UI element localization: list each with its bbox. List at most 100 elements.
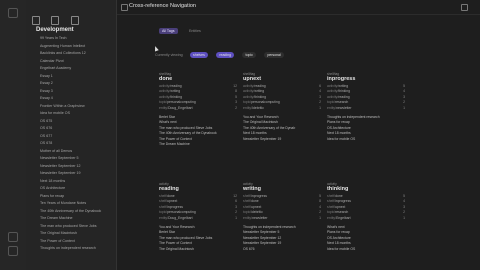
sidebar-file-item[interactable]: OS Architecture <box>40 185 114 193</box>
row-name: writing <box>338 84 349 88</box>
row-name: inprogress <box>251 194 267 198</box>
view-header: Cross-reference Navigation <box>117 0 480 15</box>
sidebar-file-item[interactable]: Calendar Pivot <box>40 58 114 66</box>
card-row[interactable]: entity/Idebritic 1 <box>243 106 321 111</box>
row-count: 1 <box>403 215 405 220</box>
card-title[interactable]: writing <box>243 186 321 192</box>
sidebar-file-item[interactable]: Thoughts on independent research <box>40 245 114 253</box>
new-folder-icon[interactable] <box>51 16 60 25</box>
sidebar-file-item[interactable]: Frontier Within a Graphview <box>40 103 114 111</box>
more-options-icon[interactable] <box>461 4 468 11</box>
sidebar-file-item[interactable]: Idea for mobile OS <box>40 110 114 118</box>
note-link[interactable]: Newsletter September 19 <box>243 137 321 142</box>
row-count: 2 <box>235 105 237 110</box>
sidebar-toggle-icon[interactable] <box>8 8 18 18</box>
card-row[interactable]: entity/newsletter 1 <box>243 216 321 221</box>
row-name: research <box>335 210 349 215</box>
row-name: research <box>335 100 349 105</box>
tag-card: activity thinking shelf/done 5 shelf/inprogr… <box>327 182 405 252</box>
sidebar-file-item[interactable]: OS 677 <box>40 133 114 141</box>
settings-icon[interactable] <box>8 246 18 256</box>
row-key: activity <box>159 89 170 94</box>
tab-bar: All Tags Entities <box>159 19 204 37</box>
sidebar-file-item[interactable]: Backlinks and Collections 12 <box>40 50 114 58</box>
tag-card: shelf/tag upnext activity/reading 6 activity… <box>243 72 321 142</box>
sidebar-file-item[interactable]: The Original Macintosh <box>40 230 114 238</box>
tab-entities[interactable]: Entities <box>186 28 204 34</box>
row-name: personalcomputing <box>167 210 196 215</box>
sidebar-file-item[interactable]: The 40th Anniversary of the Dynabook <box>40 208 114 216</box>
row-name: thinking <box>254 94 267 99</box>
card-row[interactable]: entity/Doug_Engelbart 1 <box>159 216 237 221</box>
sidebar-file-item[interactable]: Newsletter September 12 <box>40 163 114 171</box>
sidebar-file-item[interactable]: OS 678 <box>40 140 114 148</box>
sidebar-file-item[interactable]: Essay 1 <box>40 73 114 81</box>
filter-pill[interactable]: topic <box>242 52 256 58</box>
row-name: Idebritic <box>252 105 264 110</box>
file-explorer: Development 99 Years In Tech Augmenting H… <box>26 0 117 270</box>
row-name: personalcomputing <box>167 100 196 105</box>
sidebar-file-item[interactable]: The Power of Context <box>40 238 114 246</box>
back-icon[interactable] <box>121 4 128 11</box>
ribbon <box>0 0 27 270</box>
row-key: entity <box>159 105 168 110</box>
row-name: done <box>167 194 175 198</box>
card-title[interactable]: upnext <box>243 76 321 82</box>
row-name: thinking <box>338 89 351 94</box>
sidebar-file-item[interactable]: Essay 3 <box>40 88 114 96</box>
row-name: done <box>251 199 259 204</box>
row-name: upnext <box>335 204 346 209</box>
sidebar-file-item[interactable]: Plans for recap <box>40 193 114 201</box>
row-key: activity <box>327 84 338 88</box>
card-title[interactable]: reading <box>159 186 237 192</box>
row-name: newsletter <box>252 215 268 220</box>
sidebar-file-item[interactable]: Next 18 months <box>40 178 114 186</box>
sidebar-file-item[interactable]: Essay 2 <box>40 80 114 88</box>
sidebar-file-item[interactable]: Essay 4 <box>40 95 114 103</box>
note-link[interactable]: The Dream Machine <box>159 142 237 147</box>
row-name: upnext <box>167 199 178 204</box>
sidebar-file-item[interactable]: Augmenting Human Intellect <box>40 43 114 51</box>
sidebar-file-item[interactable]: Mother of all Demos <box>40 148 114 156</box>
sidebar-file-item[interactable]: OS 676 <box>40 125 114 133</box>
card-row[interactable]: entity/newsletter 1 <box>327 106 405 111</box>
sidebar-file-item[interactable]: Newsletter September 5 <box>40 155 114 163</box>
card-title[interactable]: thinking <box>327 186 405 192</box>
tag-card: activity reading shelf/done 12 shelf/upnext 6… <box>159 182 237 252</box>
card-title[interactable]: inprogress <box>327 76 405 82</box>
card-title[interactable]: done <box>159 76 237 82</box>
row-name: reading <box>254 84 266 88</box>
tag-card: shelf/tag inprogress activity/writing 5 acti… <box>327 72 405 142</box>
note-link[interactable]: Idea for mobile OS <box>327 137 405 142</box>
sidebar-file-item[interactable]: Ten Years of Mundane Notes <box>40 200 114 208</box>
new-note-icon[interactable] <box>32 16 40 25</box>
row-count: 1 <box>403 105 405 110</box>
sidebar-file-item[interactable]: 99 Years In Tech <box>40 35 114 43</box>
filter-pill[interactable]: reading <box>216 52 235 58</box>
note-link[interactable]: Idea for mobile OS <box>327 247 405 252</box>
filter-controls: Currently viewing shelves reading topic … <box>155 43 288 61</box>
card-row[interactable]: entity/Engelbart 1 <box>327 216 405 221</box>
filter-pill[interactable]: personal <box>264 52 284 58</box>
sidebar-file-item[interactable]: The man who produced Steve Jobs <box>40 223 114 231</box>
filter-pill[interactable]: shelves <box>190 52 208 58</box>
note-link[interactable]: The Original Macintosh <box>159 247 237 252</box>
sidebar-file-item[interactable]: OS 675 <box>40 118 114 126</box>
explorer-toolbar <box>32 12 86 25</box>
sort-icon[interactable] <box>70 16 79 25</box>
row-name: inprogress <box>167 204 183 209</box>
view-title: Cross-reference Navigation <box>129 3 196 9</box>
row-name: writing <box>254 89 265 94</box>
note-link[interactable]: OS 676 <box>243 247 321 252</box>
folder-title[interactable]: Development <box>36 27 74 33</box>
sidebar-file-item[interactable]: Engelbart Academy <box>40 65 114 73</box>
sidebar-file-item[interactable]: The Dream Machine <box>40 215 114 223</box>
row-count: 1 <box>319 105 321 110</box>
row-key: entity <box>243 215 252 220</box>
card-row[interactable]: entity/Doug_Engelbart 2 <box>159 106 237 111</box>
file-list: 99 Years In Tech Augmenting Human Intelle… <box>40 35 114 253</box>
tab-all-tags[interactable]: All Tags <box>159 28 178 34</box>
row-count: 1 <box>319 215 321 220</box>
sidebar-file-item[interactable]: Newsletter September 19 <box>40 170 114 178</box>
help-icon[interactable] <box>8 232 18 242</box>
